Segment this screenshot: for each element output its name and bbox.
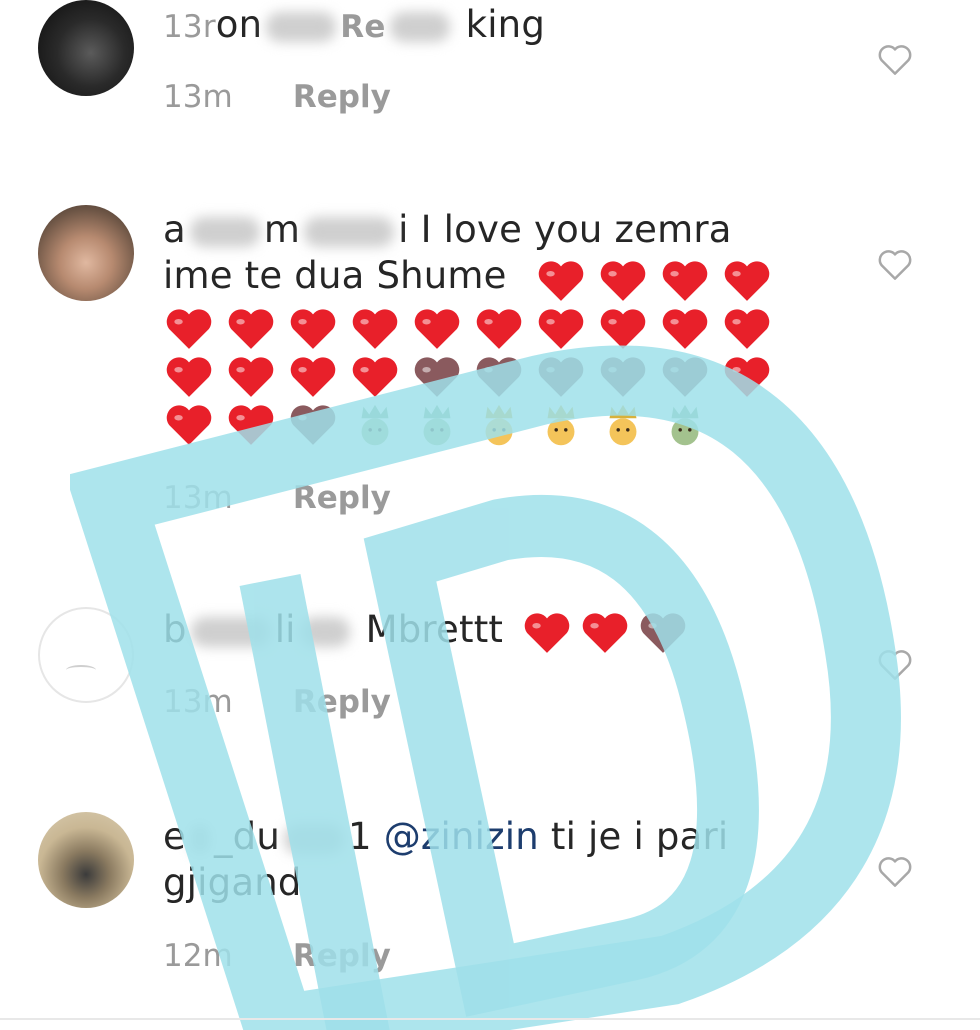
red-heart-icon: [662, 261, 708, 301]
red-heart-icon: [476, 357, 522, 397]
heart-outline-icon[interactable]: [876, 854, 914, 888]
emoji-row: [163, 353, 863, 399]
comment-body: Mbrettt: [365, 608, 504, 651]
red-heart-icon: [166, 357, 212, 397]
comment-body: king: [465, 3, 546, 46]
avatar-placeholder-icon: [66, 665, 96, 675]
overlap-reply: Re: [340, 9, 386, 45]
red-heart-icon: [538, 357, 584, 397]
emoji-row: [163, 305, 863, 351]
redacted-blur: [299, 616, 350, 647]
divider: [0, 1018, 980, 1020]
comment-time: 13m: [163, 79, 233, 115]
reply-button[interactable]: Reply: [293, 79, 391, 115]
emoji-row: [535, 257, 863, 303]
red-heart-icon: [582, 612, 628, 653]
comment-username[interactable]: e: [163, 815, 186, 858]
emoji-block: [163, 255, 863, 451]
red-heart-icon: [228, 309, 274, 349]
reply-button[interactable]: Reply: [293, 684, 391, 720]
avatar[interactable]: [38, 0, 134, 96]
mention-link[interactable]: @zinizin: [384, 815, 539, 858]
comment-meta: 12m Reply: [163, 938, 391, 974]
red-heart-icon: [524, 612, 570, 653]
redacted-blur: [389, 11, 450, 42]
red-heart-icon: [724, 309, 770, 349]
comment-username-part: 1: [348, 815, 372, 858]
red-heart-icon: [228, 405, 274, 445]
comment-text: e _du 1 @zinizin ti je i pari gjigand: [163, 814, 803, 906]
comment-username-part: _du: [213, 815, 281, 858]
comment-time: 12m: [163, 938, 233, 974]
prince-icon: [485, 404, 513, 446]
heart-outline-icon[interactable]: [876, 247, 914, 281]
reply-button[interactable]: Reply: [293, 480, 391, 516]
red-heart-icon: [640, 612, 686, 653]
comment-username[interactable]: a: [163, 208, 186, 251]
emoji-row: [163, 401, 863, 451]
comment-body-2: gjigand: [163, 861, 302, 904]
red-heart-icon: [662, 357, 708, 397]
red-heart-icon: [414, 309, 460, 349]
redacted-blur: [266, 11, 337, 42]
comment-text: b li Mbrettt: [163, 607, 803, 655]
red-heart-icon: [166, 405, 212, 445]
red-heart-icon: [476, 309, 522, 349]
heart-outline-icon[interactable]: [876, 647, 914, 681]
red-heart-icon: [166, 309, 212, 349]
red-heart-icon: [352, 357, 398, 397]
red-heart-icon: [600, 261, 646, 301]
red-heart-icon: [538, 261, 584, 301]
comment-meta: 13m Reply: [163, 480, 391, 516]
red-heart-icon: [600, 309, 646, 349]
reply-button[interactable]: Reply: [293, 938, 391, 974]
red-heart-icon: [228, 357, 274, 397]
comment-meta: 13m Reply: [163, 684, 391, 720]
redacted-blur: [189, 216, 260, 247]
red-heart-icon: [290, 405, 336, 445]
comment-username[interactable]: on: [216, 3, 263, 46]
prince-icon: [361, 404, 389, 446]
comment-meta: 13m Reply: [163, 79, 391, 115]
redacted-blur: [284, 823, 345, 854]
avatar[interactable]: [38, 205, 134, 301]
red-heart-icon: [662, 309, 708, 349]
comment-body: ti je i pari: [550, 815, 729, 858]
red-heart-icon: [290, 309, 336, 349]
emoji-inline: [515, 608, 689, 653]
red-heart-icon: [352, 309, 398, 349]
comment-username[interactable]: b: [163, 608, 187, 651]
comment-time: 13m: [163, 684, 233, 720]
redacted-blur: [304, 216, 395, 247]
red-heart-icon: [290, 357, 336, 397]
heart-outline-icon[interactable]: [876, 42, 914, 76]
overlap-time: 13r: [163, 9, 216, 45]
prince-icon: [423, 404, 451, 446]
red-heart-icon: [538, 309, 584, 349]
red-heart-icon: [724, 357, 770, 397]
red-heart-icon: [600, 357, 646, 397]
comment-body: I love you zemra: [420, 208, 732, 251]
prince-icon: [547, 404, 575, 446]
avatar[interactable]: [38, 607, 134, 703]
redacted-blur: [190, 616, 271, 647]
avatar[interactable]: [38, 812, 134, 908]
prince-icon: [671, 404, 699, 446]
comment-time: 13m: [163, 480, 233, 516]
redacted-blur: [189, 823, 210, 854]
red-heart-icon: [414, 357, 460, 397]
red-heart-icon: [724, 261, 770, 301]
prince-icon: [609, 404, 637, 446]
comment-text: 13ron Re king: [163, 2, 803, 50]
